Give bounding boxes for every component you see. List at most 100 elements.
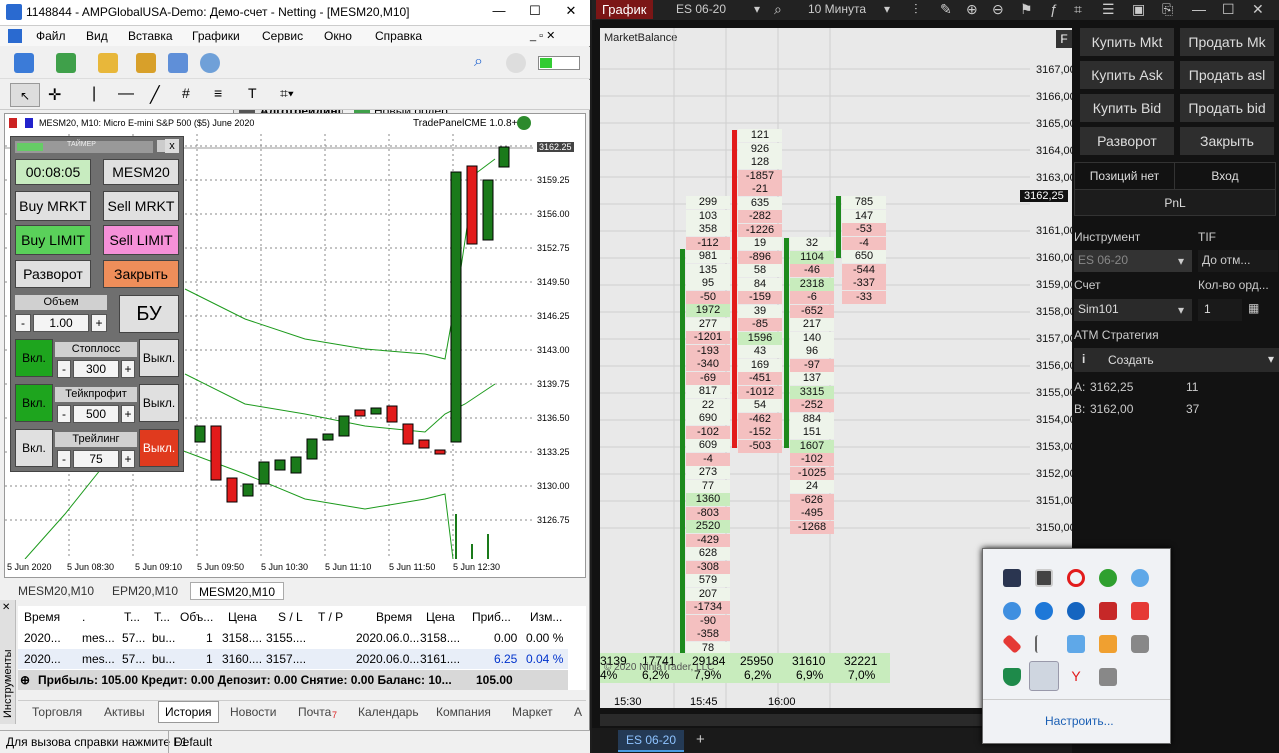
horizontal-line-icon[interactable]: —: [118, 85, 134, 103]
sell-bid-button[interactable]: Продать bid: [1180, 94, 1274, 122]
col-header[interactable]: Время: [376, 610, 412, 624]
col-header[interactable]: Приб...: [472, 610, 511, 624]
volume-input[interactable]: 1.00: [33, 314, 89, 332]
draw-tools-icon[interactable]: ✎: [940, 1, 952, 18]
chart-trader-icon[interactable]: ▣: [1132, 1, 1145, 18]
menu-window[interactable]: Окно: [324, 29, 352, 43]
nt-minimize-icon[interactable]: —: [1192, 1, 1206, 17]
customize-link[interactable]: Настроить...: [1045, 714, 1114, 728]
usb-icon[interactable]: [1002, 634, 1022, 654]
onedrive-icon[interactable]: [1003, 602, 1021, 620]
col-header[interactable]: T / P: [318, 610, 343, 624]
pen-icon[interactable]: [1029, 661, 1059, 691]
zoom-icon[interactable]: ⊕: [966, 1, 978, 18]
trailing-off-button[interactable]: Выкл.: [139, 429, 179, 467]
takeprofit-input[interactable]: 500: [73, 405, 119, 423]
navigator-icon[interactable]: [168, 53, 188, 73]
account-select[interactable]: Sim101: [1074, 299, 1192, 321]
col-header[interactable]: Время: [24, 610, 60, 624]
vertical-line-icon[interactable]: |: [92, 85, 96, 103]
col-header[interactable]: Цена: [228, 610, 257, 624]
interval-dropdown-icon[interactable]: ▾: [884, 2, 890, 16]
stoploss-off-button[interactable]: Выкл.: [139, 339, 179, 377]
chart-tab[interactable]: MESM20,M10: [10, 582, 102, 600]
data-window-icon[interactable]: [136, 53, 156, 73]
tab-mail[interactable]: Почта: [298, 705, 331, 719]
bar-type-icon[interactable]: ⫶: [914, 1, 918, 18]
tab-news[interactable]: Новости: [230, 705, 276, 719]
f-button[interactable]: F: [1056, 30, 1072, 48]
zoom-out-icon[interactable]: ⊖: [992, 1, 1004, 18]
channel-icon[interactable]: ≡: [214, 85, 222, 101]
signals-icon[interactable]: [200, 53, 220, 73]
menu-view[interactable]: Вид: [86, 29, 108, 43]
breakeven-button[interactable]: БУ: [119, 295, 179, 333]
table-row[interactable]: 2020... mes... 57... bu... 1 3158.... 31…: [18, 628, 568, 648]
sell-limit-button[interactable]: Sell LIMIT: [103, 225, 179, 255]
tab-trade[interactable]: Торговля: [32, 705, 82, 719]
buy-bid-button[interactable]: Купить Bid: [1080, 94, 1174, 122]
sell-ask-button[interactable]: Продать asl: [1180, 61, 1274, 89]
atm-select[interactable]: i Создать ▾: [1074, 348, 1279, 372]
app-icon[interactable]: [1099, 668, 1117, 686]
chart-tab-active[interactable]: MESM20,M10: [190, 582, 285, 600]
close-button[interactable]: Закрыть: [1180, 127, 1274, 155]
quantity-input[interactable]: 1: [1198, 299, 1242, 321]
reverse-button[interactable]: Разворот: [15, 260, 91, 288]
display-icon[interactable]: [1035, 569, 1053, 587]
fibo-icon[interactable]: #: [182, 85, 190, 101]
col-header[interactable]: .: [82, 610, 85, 624]
chart-menu-button[interactable]: График: [596, 0, 653, 19]
notes-icon[interactable]: [1099, 635, 1117, 653]
search-icon[interactable]: ⌕: [774, 1, 782, 18]
tab-history[interactable]: История: [158, 701, 219, 723]
volume-plus-button[interactable]: +: [91, 314, 107, 332]
market-watch-icon[interactable]: [98, 53, 118, 73]
instrument-select[interactable]: ES 06-20: [1074, 250, 1192, 272]
nt-maximize-icon[interactable]: ☐: [1222, 1, 1235, 18]
anydesk-icon[interactable]: [1099, 602, 1117, 620]
buy-market-button[interactable]: Купить Mkt: [1080, 28, 1174, 56]
tab-company[interactable]: Компания: [436, 705, 491, 719]
menu-tools[interactable]: Сервис: [262, 29, 303, 43]
new-chart-icon[interactable]: [14, 53, 34, 73]
stoploss-minus-button[interactable]: -: [57, 360, 71, 378]
buy-limit-button[interactable]: Buy LIMIT: [15, 225, 91, 255]
trailing-plus-button[interactable]: +: [121, 450, 135, 468]
flag-icon[interactable]: [1035, 635, 1053, 653]
printer-icon[interactable]: [1131, 635, 1149, 653]
sell-market-button[interactable]: Продать Mk: [1180, 28, 1274, 56]
sell-market-button[interactable]: Sell MRKT: [103, 191, 179, 221]
instrument-tab[interactable]: ES 06-20: [618, 730, 685, 752]
col-header[interactable]: Т...: [154, 610, 170, 624]
stoploss-on-button[interactable]: Вкл.: [15, 339, 53, 377]
nt-close-icon[interactable]: ✕: [1252, 1, 1264, 18]
teamviewer-icon[interactable]: [1035, 602, 1053, 620]
chart-tab[interactable]: EPM20,M10: [104, 582, 186, 600]
monitor-icon[interactable]: [1003, 569, 1021, 587]
col-header[interactable]: Цена: [426, 610, 455, 624]
tab-calendar[interactable]: Календарь: [358, 705, 419, 719]
properties-icon[interactable]: ☰: [1102, 1, 1115, 18]
cloud-icon[interactable]: [1131, 569, 1149, 587]
timer-header[interactable]: ТАЙМЕР: [15, 141, 153, 153]
instrument-dropdown-icon[interactable]: ▾: [754, 2, 760, 16]
stoploss-plus-button[interactable]: +: [121, 360, 135, 378]
yandex-icon[interactable]: Y: [1067, 668, 1085, 686]
col-header[interactable]: Объ...: [180, 610, 213, 624]
col-header[interactable]: Т...: [124, 610, 140, 624]
link-icon[interactable]: ⎘: [1162, 1, 1173, 18]
menu-help[interactable]: Справка: [375, 29, 422, 43]
trailing-on-button[interactable]: Вкл.: [15, 429, 53, 467]
tab-assets[interactable]: Активы: [104, 705, 145, 719]
network-icon[interactable]: [1067, 635, 1085, 653]
tif-select[interactable]: До отм...: [1198, 250, 1278, 272]
takeprofit-on-button[interactable]: Вкл.: [15, 384, 53, 422]
close-icon[interactable]: ✕: [556, 0, 586, 22]
symbol-button[interactable]: MESM20: [103, 159, 179, 185]
tab-more[interactable]: А: [574, 705, 582, 719]
chat-icon[interactable]: [506, 53, 526, 73]
text-icon[interactable]: T: [248, 85, 257, 101]
trailing-input[interactable]: 75: [73, 450, 119, 468]
cursor-icon[interactable]: ↖: [10, 83, 40, 107]
